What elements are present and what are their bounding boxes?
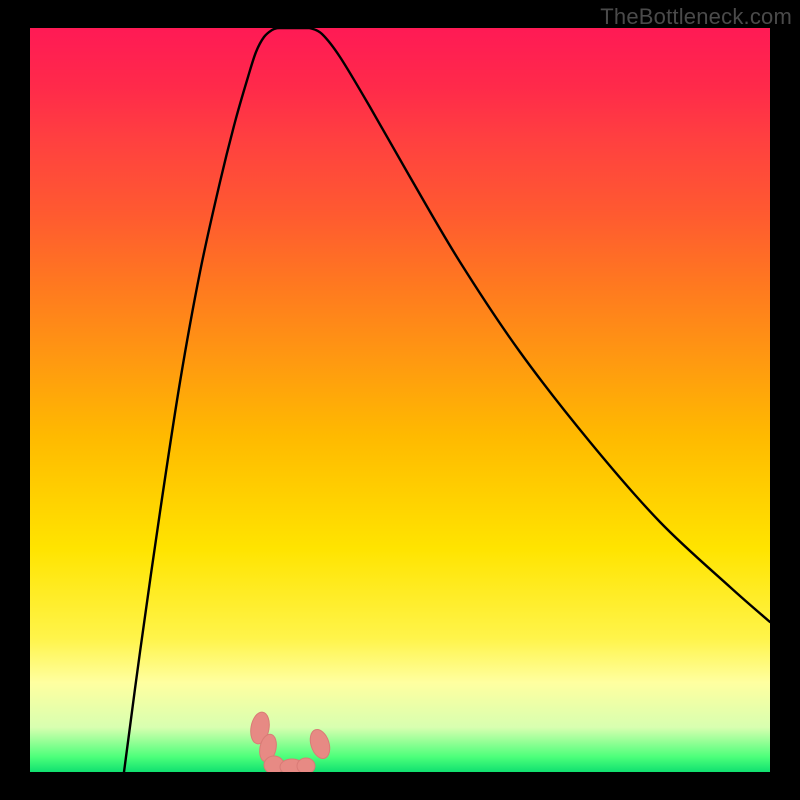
series-left-arm	[124, 28, 278, 772]
chart-frame: TheBottleneck.com	[0, 0, 800, 800]
marker-bottom-3	[297, 758, 315, 772]
curve-layer	[124, 28, 770, 772]
chart-svg	[30, 28, 770, 772]
series-right-arm	[310, 28, 770, 622]
plot-area	[30, 28, 770, 772]
watermark-text: TheBottleneck.com	[600, 4, 792, 30]
marker-layer	[248, 711, 333, 772]
marker-right	[307, 727, 333, 761]
